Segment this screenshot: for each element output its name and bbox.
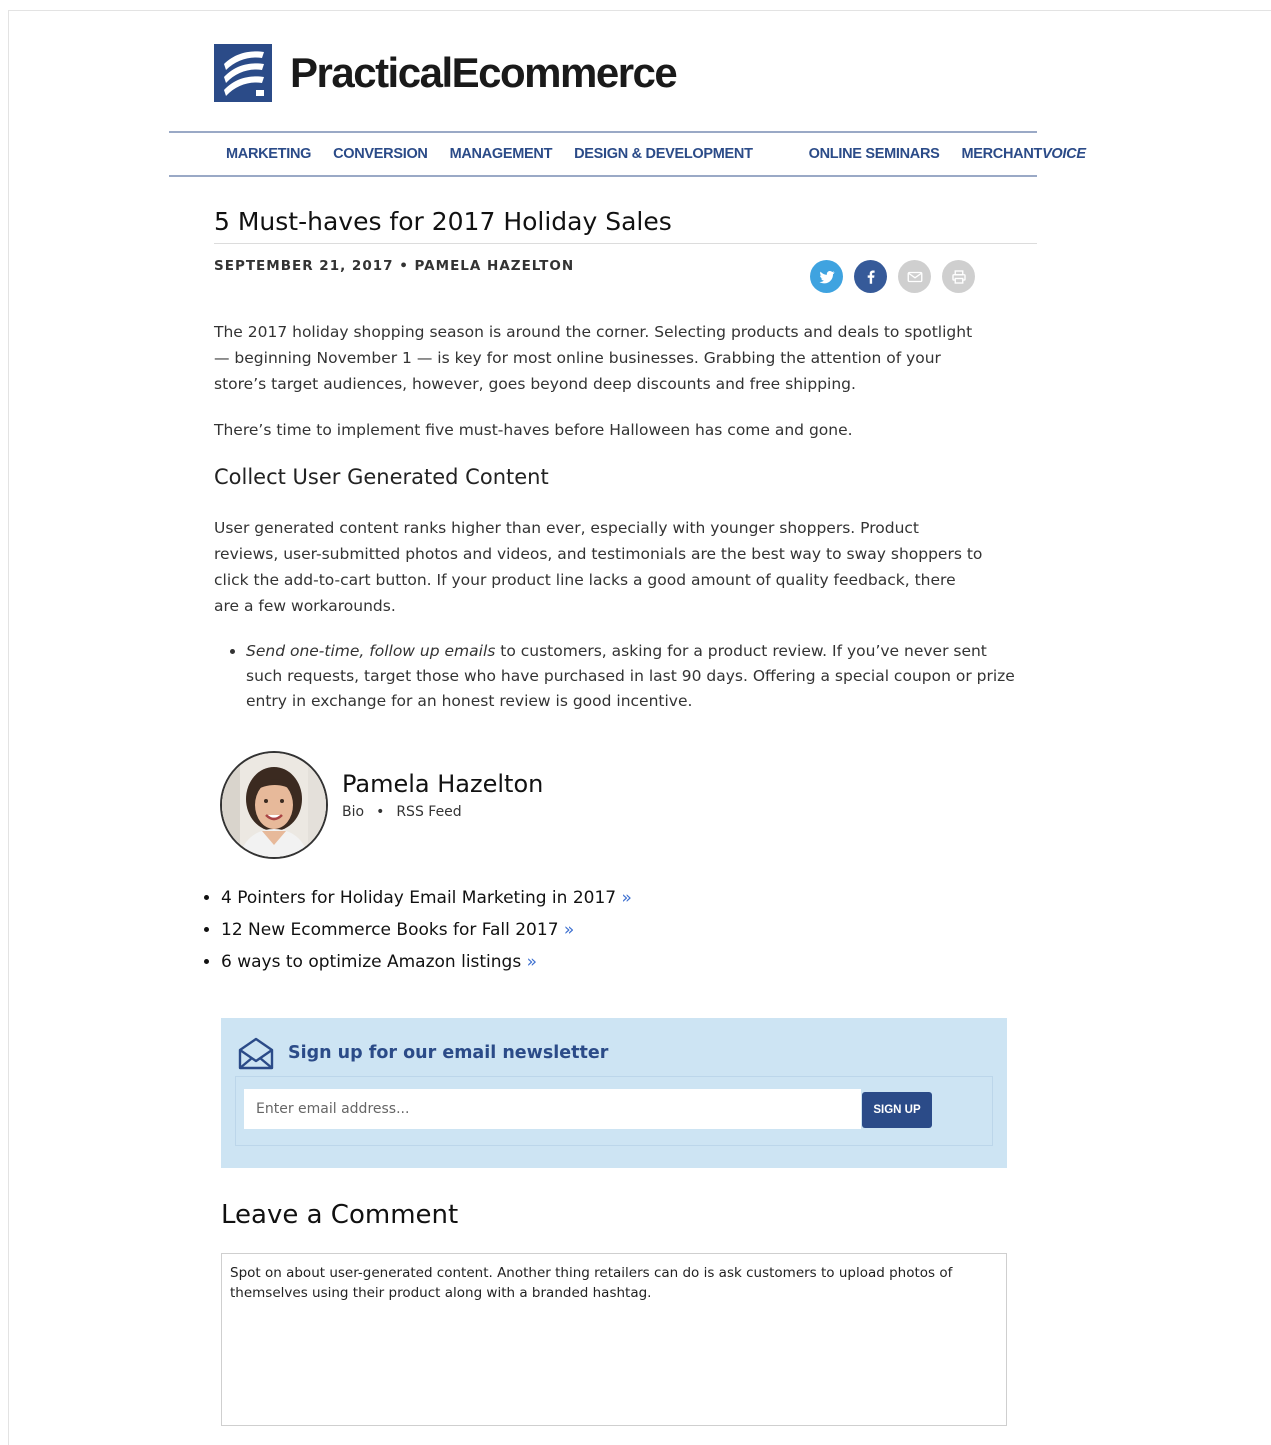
- email-input[interactable]: [244, 1089, 861, 1129]
- sign-up-button[interactable]: SIGN UP: [862, 1092, 932, 1128]
- email-icon: [907, 271, 922, 282]
- article-paragraph-3: User generated content ranks higher than…: [214, 519, 983, 615]
- related-arrow-icon: »: [621, 888, 632, 908]
- author-box: Pamela Hazelton Bio • RSS Feed: [220, 751, 543, 859]
- article-subheading: Collect User Generated Content: [214, 465, 549, 489]
- related-article-title: 6 ways to optimize Amazon listings: [221, 952, 522, 972]
- related-article-link[interactable]: 12 New Ecommerce Books for Fall 2017 »: [221, 914, 632, 946]
- site-logo[interactable]: PracticalEcommerce: [214, 44, 678, 102]
- merchant-label: MERCHANT: [961, 146, 1043, 162]
- nav-secondary: ONLINE SEMINARS MERCHANTVOICE: [809, 146, 1086, 162]
- nav-item-merchant-voice[interactable]: MERCHANTVOICE: [961, 146, 1086, 162]
- comment-heading: Leave a Comment: [221, 1200, 459, 1230]
- newsletter-signup: Sign up for our email newsletter SIGN UP: [221, 1018, 1007, 1168]
- related-arrow-icon: »: [526, 952, 538, 972]
- print-share-button[interactable]: [942, 260, 975, 293]
- logo-mark-icon: [214, 44, 272, 102]
- article-bullet-list: Send one-time, follow up emails to custo…: [214, 639, 1016, 714]
- author-name: Pamela Hazelton: [342, 770, 544, 798]
- newsletter-form: SIGN UP: [235, 1076, 993, 1146]
- author-avatar[interactable]: [220, 751, 328, 859]
- related-article-link[interactable]: 6 ways to optimize Amazon listings »: [221, 946, 632, 978]
- main-nav: MARKETING CONVERSION MANAGEMENT DESIGN &…: [169, 131, 1086, 177]
- avatar-photo-icon: [222, 753, 326, 857]
- author-bio-link[interactable]: Bio: [342, 804, 364, 820]
- twitter-share-button[interactable]: [810, 260, 843, 293]
- newsletter-header: Sign up for our email newsletter: [238, 1036, 608, 1070]
- nav-item-online-seminars[interactable]: ONLINE SEMINARS: [809, 146, 940, 162]
- author-info: Pamela Hazelton Bio • RSS Feed: [342, 770, 543, 820]
- article-paragraph-1: The 2017 holiday shopping season is arou…: [214, 323, 973, 393]
- nav-item-conversion[interactable]: CONVERSION: [333, 146, 428, 162]
- related-article-title: 4 Pointers for Holiday Email Marketing i…: [221, 888, 617, 908]
- nav-primary: MARKETING CONVERSION MANAGEMENT DESIGN &…: [226, 146, 753, 162]
- nav-item-marketing[interactable]: MARKETING: [226, 146, 311, 162]
- related-article-title: 12 New Ecommerce Books for Fall 2017: [221, 920, 559, 940]
- bullet-emphasis: Send one-time, follow up emails: [246, 642, 496, 660]
- nav-item-design-development[interactable]: DESIGN & DEVELOPMENT: [574, 146, 753, 162]
- email-share-button[interactable]: [898, 260, 931, 293]
- newsletter-title: Sign up for our email newsletter: [288, 1043, 609, 1063]
- twitter-icon: [819, 270, 834, 283]
- author-links-separator: •: [376, 804, 385, 820]
- title-divider: [214, 243, 1037, 244]
- related-arrow-icon: »: [563, 920, 575, 940]
- share-buttons: [810, 260, 975, 293]
- related-article-link[interactable]: 4 Pointers for Holiday Email Marketing i…: [221, 882, 632, 914]
- nav-item-management[interactable]: MANAGEMENT: [450, 146, 553, 162]
- related-articles-list: 4 Pointers for Holiday Email Marketing i…: [200, 882, 632, 978]
- author-rss-link[interactable]: RSS Feed: [396, 804, 461, 820]
- envelope-icon: [238, 1037, 274, 1070]
- facebook-share-button[interactable]: [854, 260, 887, 293]
- author-links: Bio • RSS Feed: [342, 804, 543, 820]
- voice-label: VOICE: [1042, 146, 1086, 162]
- article-paragraph-2: There’s time to implement five must-have…: [214, 421, 853, 439]
- article-meta: SEPTEMBER 21, 2017 • PAMELA HAZELTON: [214, 258, 575, 274]
- logo-text: PracticalEcommerce: [290, 49, 678, 96]
- article-title: 5 Must-haves for 2017 Holiday Sales: [214, 207, 672, 236]
- facebook-icon: [867, 269, 875, 284]
- comment-textarea[interactable]: Spot on about user-generated content. An…: [221, 1253, 1007, 1426]
- print-icon: [951, 269, 966, 284]
- list-item: Send one-time, follow up emails to custo…: [246, 639, 1016, 714]
